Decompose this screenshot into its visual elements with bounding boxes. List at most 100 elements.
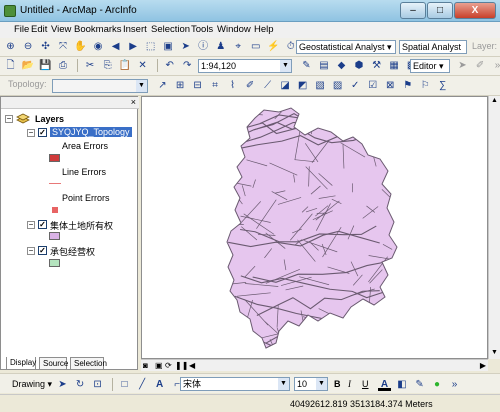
collapse-layer3-icon[interactable]: − (27, 247, 35, 255)
layers-root-label[interactable]: Layers (35, 114, 64, 124)
refresh-icon[interactable]: ⟳ (165, 361, 172, 370)
scroll-left-icon[interactable]: ◀ (189, 361, 195, 370)
menu-insert[interactable]: Insert (123, 24, 147, 35)
minimize-button[interactable]: – (400, 2, 426, 19)
topology-combo[interactable]: ▼ (52, 79, 148, 93)
editor-toolbar-icon[interactable]: ✎ (300, 59, 313, 72)
close-button[interactable]: X (454, 2, 496, 19)
full-extent-icon[interactable]: ◉ (92, 40, 105, 53)
clear-selection-icon[interactable]: ▣ (162, 40, 175, 53)
copy-icon[interactable]: ⎘ (101, 59, 114, 72)
editor-menu[interactable]: Editor ▾ (410, 59, 450, 73)
layer3-checkbox[interactable]: ✓ (38, 246, 47, 255)
select-features-icon[interactable]: ⬚ (144, 40, 157, 53)
horizontal-scrollbar[interactable]: ◙ ▣ ⟳ ❚❚ ◀ ▶ (141, 359, 488, 371)
table-of-contents-icon[interactable]: ▤ (318, 59, 331, 72)
text-tool-icon[interactable]: A (153, 378, 166, 391)
print-icon[interactable]: ⎙ (57, 59, 70, 72)
topology-layer-label[interactable]: SYQJYQ_Topology (50, 127, 132, 137)
undo-icon[interactable]: ↶ (163, 59, 176, 72)
reshape-edge-icon[interactable]: ✐ (244, 79, 257, 92)
construct-features-icon[interactable]: ◪ (279, 79, 292, 92)
tab-source[interactable]: Source (39, 357, 68, 370)
cut-icon[interactable]: ✂ (84, 59, 97, 72)
collapse-layers-icon[interactable]: − (5, 115, 13, 123)
delete-icon[interactable]: ✕ (136, 59, 149, 72)
line-color-icon[interactable]: ✎ (413, 378, 426, 391)
identify-icon[interactable]: ⓘ (197, 40, 210, 53)
drawing-menu[interactable]: Drawing ▾ (12, 379, 52, 390)
map-topology-icon[interactable]: ⊞ (174, 79, 187, 92)
topology-edit-icon[interactable]: ↗ (156, 79, 169, 92)
save-icon[interactable]: 💾 (39, 59, 52, 72)
tab-selection[interactable]: Selection (70, 357, 107, 370)
arctoolbox-icon[interactable]: ⚒ (370, 59, 383, 72)
menu-edit[interactable]: Edit (31, 24, 47, 35)
data-view-icon[interactable]: ▣ (155, 361, 163, 370)
rotate-icon[interactable]: ↻ (74, 378, 87, 391)
modify-edge-icon[interactable]: ⟋ (261, 79, 274, 92)
scroll-right-icon[interactable]: ▶ (480, 361, 486, 370)
validate-selection-icon[interactable]: ⊠ (384, 79, 397, 92)
collapse-topology-icon[interactable]: − (27, 129, 35, 137)
map-view[interactable] (141, 96, 488, 359)
previous-extent-icon[interactable]: ◀ (109, 40, 122, 53)
align-edge-icon[interactable]: ⌗ (209, 79, 222, 92)
scroll-up-icon[interactable]: ▲ (490, 97, 499, 106)
menu-bookmarks[interactable]: Bookmarks (74, 24, 122, 35)
edit-tool-icon[interactable]: ➤ (456, 59, 469, 72)
vertical-scrollbar[interactable]: ▲ ▼ (488, 96, 500, 359)
generalize-edge-icon[interactable]: ⌇ (226, 79, 239, 92)
next-extent-icon[interactable]: ▶ (127, 40, 140, 53)
find-icon[interactable]: ♟ (214, 40, 227, 53)
error-inspector-icon[interactable]: ⚐ (419, 79, 432, 92)
layer2-label[interactable]: 集体土地所有权 (50, 219, 113, 232)
paste-icon[interactable]: 📋 (119, 59, 132, 72)
hyperlink-icon[interactable]: ⚡ (267, 40, 280, 53)
summary-icon[interactable]: ∑ (436, 79, 449, 92)
zoom-out-icon[interactable]: ⊖ (22, 40, 35, 53)
more-options-icon[interactable]: » (448, 378, 461, 391)
open-icon[interactable]: 📂 (22, 59, 35, 72)
more-tools-icon[interactable]: » (491, 59, 500, 72)
fix-topology-error-icon[interactable]: ⚑ (401, 79, 414, 92)
menu-tools[interactable]: Tools (191, 24, 213, 35)
fill-color-icon[interactable]: ◧ (396, 378, 409, 391)
search-window-icon[interactable]: ⬢ (353, 59, 366, 72)
planarize-icon[interactable]: ◩ (296, 79, 309, 92)
font-combo[interactable]: 宋体 ▼ (180, 377, 290, 391)
menu-window[interactable]: Window (217, 24, 251, 35)
font-size-combo[interactable]: 10 ▼ (294, 377, 328, 391)
italic-button[interactable]: I (348, 379, 351, 389)
redo-icon[interactable]: ↷ (181, 59, 194, 72)
underline-button[interactable]: U (362, 379, 369, 389)
validate-extent-icon[interactable]: ☑ (366, 79, 379, 92)
show-shared-features-icon[interactable]: ⊟ (191, 79, 204, 92)
layout-view-icon[interactable]: ◙ (143, 361, 148, 370)
line-tool-icon[interactable]: ╱ (136, 378, 149, 391)
pan-icon[interactable]: ✋ (74, 40, 87, 53)
catalog-icon[interactable]: ◆ (335, 59, 348, 72)
maximize-button[interactable]: □ (427, 2, 453, 19)
new-document-icon[interactable]: 🗋 (4, 59, 17, 72)
font-color-icon[interactable]: A (378, 378, 391, 391)
validate-topology-icon[interactable]: ✓ (349, 79, 362, 92)
layer2-checkbox[interactable]: ✓ (38, 220, 47, 229)
measure-icon[interactable]: ▭ (249, 40, 262, 53)
select-elements-icon[interactable]: ➤ (56, 378, 69, 391)
python-window-icon[interactable]: ▦ (388, 59, 401, 72)
menu-view[interactable]: View (51, 24, 71, 35)
pause-drawing-icon[interactable]: ❚❚ (175, 361, 188, 370)
spatial-analyst-menu[interactable]: Spatial Analyst ▾ (399, 40, 467, 64)
zoom-to-selected-icon[interactable]: ⊡ (91, 378, 104, 391)
map-scale-combo[interactable]: 1:94,120 ▼ (198, 59, 292, 73)
scroll-down-icon[interactable]: ▼ (490, 349, 499, 358)
topology-layer-checkbox[interactable]: ✓ (38, 128, 47, 137)
bold-button[interactable]: B (334, 379, 341, 389)
marker-color-icon[interactable]: ● (431, 378, 444, 391)
rectangle-icon[interactable]: □ (118, 378, 131, 391)
geostatistical-analyst-menu[interactable]: Geostatistical Analyst ▾ (296, 40, 396, 54)
close-icon[interactable]: × (131, 97, 136, 107)
select-elements-icon[interactable]: ➤ (179, 40, 192, 53)
construct-polygons-icon[interactable]: ▧ (314, 79, 327, 92)
